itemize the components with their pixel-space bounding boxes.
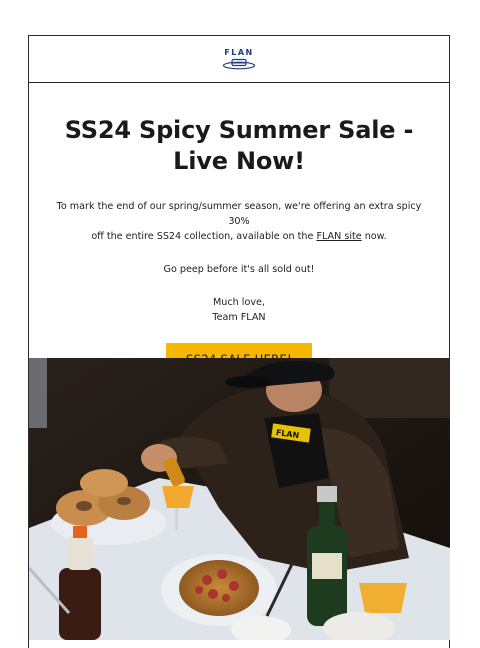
email-header: FLAN <box>29 36 449 83</box>
signoff-line-2: Team FLAN <box>212 312 266 323</box>
intro-line-2-prefix: off the entire SS24 collection, availabl… <box>91 231 317 242</box>
signoff: Much love, Team FLAN <box>47 295 431 325</box>
email-frame: FLAN SS24 Spicy Summer Sale - Live Now! … <box>28 35 450 648</box>
brand-logo-text[interactable]: FLAN <box>224 48 253 57</box>
intro-line-2-suffix: now. <box>361 231 387 242</box>
peep-text: Go peep before it's all sold out! <box>163 264 315 275</box>
headline: SS24 Spicy Summer Sale - Live Now! <box>47 115 431 177</box>
intro-line-1: To mark the end of our spring/summer sea… <box>56 201 422 227</box>
flan-site-link[interactable]: FLAN site <box>316 231 361 242</box>
headline-line-1: SS24 Spicy Summer Sale - <box>64 116 414 144</box>
hat-logo-icon[interactable] <box>222 58 256 70</box>
signoff-line-1: Much love, <box>213 297 265 308</box>
email-content: SS24 Spicy Summer Sale - Live Now! To ma… <box>29 115 449 376</box>
hero-photo[interactable]: FLAN <box>29 358 450 640</box>
headline-line-2: Live Now! <box>173 147 305 175</box>
hero-photo-illustration: FLAN <box>29 358 450 640</box>
intro-paragraph: To mark the end of our spring/summer sea… <box>47 199 431 244</box>
